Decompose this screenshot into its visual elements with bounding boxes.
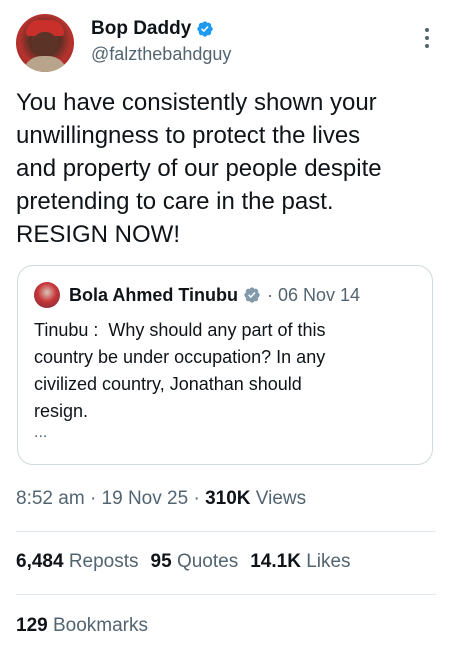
- quoted-author-avatar: [34, 282, 60, 308]
- quotes-count: 95: [150, 551, 172, 572]
- engagement-stats: 6,484 Reposts 95 Quotes 14.1K Likes: [16, 551, 351, 573]
- bookmarks-count: 129: [16, 615, 48, 636]
- quoted-author-name: Bola Ahmed Tinubu: [69, 284, 238, 305]
- likes-label: Likes: [306, 551, 351, 572]
- reposts-label: Reposts: [68, 551, 139, 572]
- tweet-header: Bop Daddy @falzthebahdguy: [16, 14, 436, 74]
- avatar-shirt: [22, 56, 68, 72]
- bookmarks-label: Bookmarks: [52, 615, 149, 636]
- likes-link[interactable]: 14.1K Likes: [250, 551, 350, 572]
- tweet-meta: 8:52 am · 19 Nov 25 · 310K Views: [16, 488, 306, 510]
- reposts-count: 6,484: [16, 551, 64, 572]
- meta-dot: ·: [89, 488, 97, 509]
- author-handle[interactable]: @falzthebahdguy: [91, 44, 231, 65]
- quoted-tweet[interactable]: Bola Ahmed Tinubu · 06 Nov 14 Tinubu : W…: [17, 265, 433, 465]
- meta-dot: ·: [193, 488, 200, 509]
- quoted-tweet-header: Bola Ahmed Tinubu · 06 Nov 14: [34, 282, 360, 308]
- tweet-date[interactable]: 19 Nov 25: [102, 488, 189, 509]
- divider: [16, 531, 436, 532]
- bookmarks-link[interactable]: 129 Bookmarks: [16, 615, 148, 637]
- quotes-label: Quotes: [176, 551, 239, 572]
- author-avatar[interactable]: [16, 14, 74, 72]
- verified-badge-icon: [197, 21, 213, 37]
- quotes-link[interactable]: 95 Quotes: [151, 551, 239, 572]
- tweet-time[interactable]: 8:52 am: [16, 488, 85, 509]
- tweet-text: You have consistently shown your unwilli…: [16, 89, 382, 248]
- quoted-tweet-ellipsis: ...: [34, 424, 48, 441]
- likes-count: 14.1K: [250, 551, 301, 572]
- more-options-icon[interactable]: [424, 28, 430, 50]
- reposts-link[interactable]: 6,484 Reposts: [16, 551, 139, 572]
- views-label: Views: [255, 488, 307, 509]
- author-display-name[interactable]: Bop Daddy: [91, 18, 191, 40]
- verified-badge-gray-icon: [244, 287, 260, 303]
- divider: [16, 594, 436, 595]
- quoted-tweet-text: Tinubu : Why should any part of this cou…: [34, 320, 326, 421]
- author-name-row: Bop Daddy: [91, 18, 214, 40]
- quoted-date: 06 Nov 14: [278, 284, 361, 305]
- quoted-separator: ·: [267, 284, 273, 305]
- views-count: 310K: [205, 488, 251, 509]
- avatar-face: [33, 32, 57, 58]
